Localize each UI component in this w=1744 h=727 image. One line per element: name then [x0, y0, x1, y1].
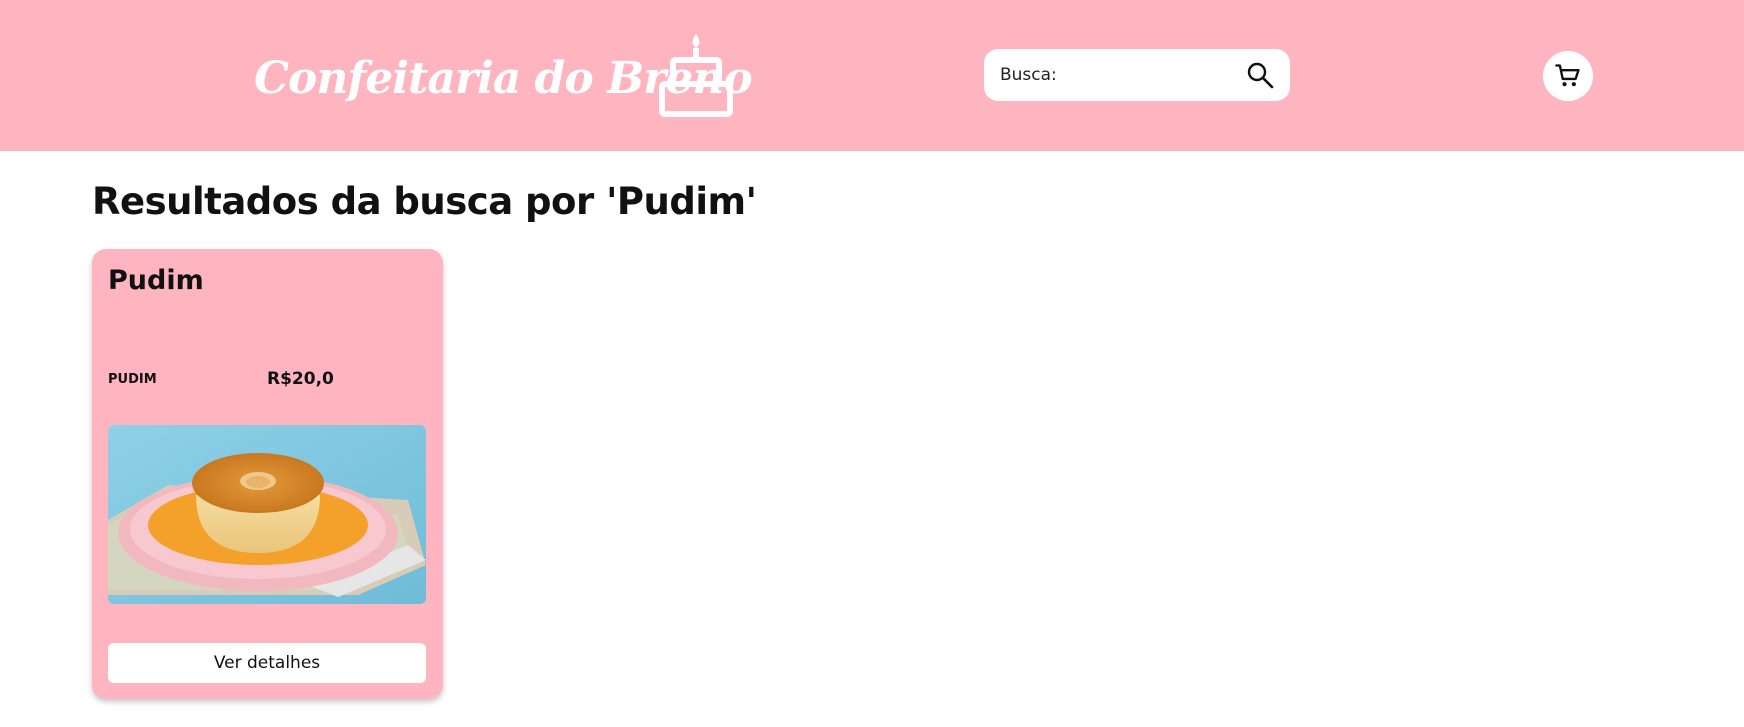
product-card: Pudim PUDIM R$20,0 Ver detalhes	[92, 249, 443, 699]
product-name: Pudim	[108, 265, 204, 296]
search-input[interactable]	[1060, 65, 1244, 85]
view-details-button[interactable]: Ver detalhes	[108, 643, 426, 683]
product-category: PUDIM	[108, 372, 157, 387]
cart-icon	[1555, 64, 1580, 87]
search-button[interactable]	[1244, 59, 1276, 91]
brand-logo[interactable]: Confeitaria do Breno	[254, 34, 753, 118]
search-icon	[1247, 62, 1274, 89]
cake-icon	[659, 34, 733, 117]
results-title: Resultados da busca por 'Pudim'	[92, 180, 757, 223]
site-header: Confeitaria do Breno Busca:	[0, 0, 1744, 151]
search-bar: Busca:	[984, 49, 1290, 101]
product-image	[108, 425, 426, 604]
cart-button[interactable]	[1543, 51, 1593, 101]
search-label: Busca:	[1000, 65, 1057, 85]
product-price: R$20,0	[267, 369, 334, 389]
